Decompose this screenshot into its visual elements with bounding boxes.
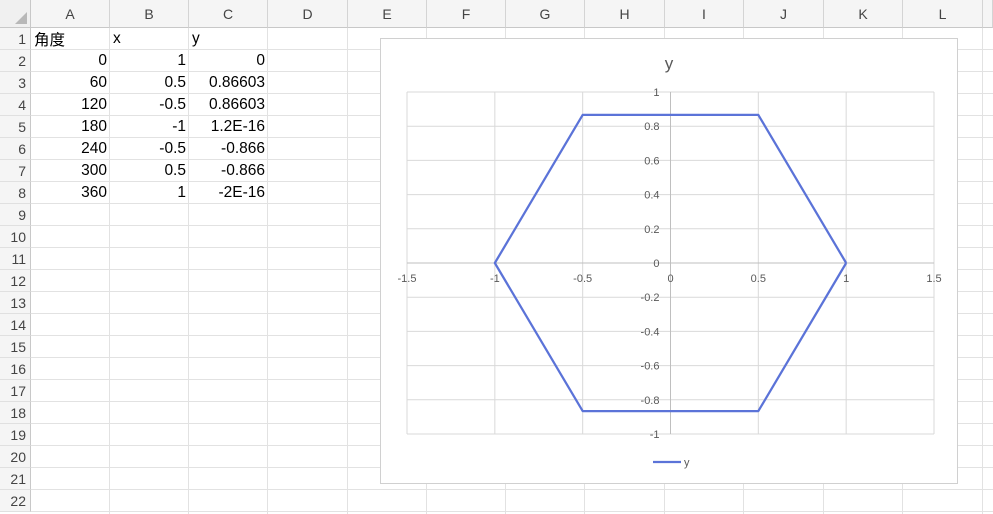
row-header-10[interactable]: 10 (0, 226, 31, 248)
row-header-7[interactable]: 7 (0, 160, 31, 182)
row-header-1[interactable]: 1 (0, 28, 31, 50)
cell-a1[interactable]: 角度 (31, 28, 110, 50)
y-tick-label: 0.4 (644, 190, 659, 202)
x-tick-label: 0 (667, 273, 673, 285)
row-header-5[interactable]: 5 (0, 116, 31, 138)
cell-b5[interactable]: -1 (110, 116, 189, 138)
chart-canvas: y -1.5 -1 -0.5 0 0.5 1 1.5 1 0.8 0.6 0.4 0.2 0 -0.2 -0.… (398, 54, 942, 469)
y-tick-label: 0 (653, 258, 659, 270)
column-header-b[interactable]: B (110, 0, 189, 28)
cell-b7[interactable]: 0.5 (110, 160, 189, 182)
cell-b1[interactable]: x (110, 28, 189, 50)
gridline-vertical (347, 28, 348, 514)
x-tick-label: -1.5 (398, 273, 417, 285)
cell-c5[interactable]: 1.2E-16 (189, 116, 268, 138)
column-header-a[interactable]: A (31, 0, 110, 28)
cell-a6[interactable]: 240 (31, 138, 110, 160)
cell-a4[interactable]: 120 (31, 94, 110, 116)
y-tick-label: 0.8 (644, 121, 659, 133)
cell-b4[interactable]: -0.5 (110, 94, 189, 116)
column-header-h[interactable]: H (585, 0, 665, 28)
gridline-vertical (982, 28, 983, 514)
cell-c7[interactable]: -0.866 (189, 160, 268, 182)
x-tick-label: 0.5 (751, 273, 766, 285)
cell-c2[interactable]: 0 (189, 50, 268, 72)
cell-b3[interactable]: 0.5 (110, 72, 189, 94)
cell-c8[interactable]: -2E-16 (189, 182, 268, 204)
row-header-3[interactable]: 3 (0, 72, 31, 94)
column-header-g[interactable]: G (506, 0, 585, 28)
cell-b8[interactable]: 1 (110, 182, 189, 204)
scatter-chart[interactable]: y -1.5 -1 -0.5 0 0.5 1 1.5 1 0.8 0.6 0.4 0.2 0 -0.2 -0.… (380, 38, 958, 484)
x-tick-label: 1 (843, 273, 849, 285)
cell-a2[interactable]: 0 (31, 50, 110, 72)
x-tick-label: -0.5 (573, 273, 592, 285)
column-header-i[interactable]: I (665, 0, 744, 28)
y-tick-label: -0.4 (641, 326, 660, 338)
column-header-l[interactable]: L (903, 0, 983, 28)
column-header-f[interactable]: F (427, 0, 506, 28)
cell-c3[interactable]: 0.86603 (189, 72, 268, 94)
legend-label: y (684, 457, 690, 469)
y-tick-label: -0.2 (641, 292, 660, 304)
chart-title: y (665, 54, 674, 73)
row-header-12[interactable]: 12 (0, 270, 31, 292)
row-header-14[interactable]: 14 (0, 314, 31, 336)
column-header-e[interactable]: E (348, 0, 427, 28)
row-header-17[interactable]: 17 (0, 380, 31, 402)
gridline-horizontal (31, 511, 993, 512)
cell-c6[interactable]: -0.866 (189, 138, 268, 160)
cell-c1[interactable]: y (189, 28, 268, 50)
row-header-2[interactable]: 2 (0, 50, 31, 72)
x-tick-label: -1 (490, 273, 500, 285)
row-header-13[interactable]: 13 (0, 292, 31, 314)
row-header-4[interactable]: 4 (0, 94, 31, 116)
cell-a5[interactable]: 180 (31, 116, 110, 138)
column-header-j[interactable]: J (744, 0, 824, 28)
gridline-horizontal (31, 489, 993, 490)
row-header-11[interactable]: 11 (0, 248, 31, 270)
select-all-triangle-icon (15, 12, 27, 24)
column-header-partial[interactable] (983, 0, 993, 28)
cell-c4[interactable]: 0.86603 (189, 94, 268, 116)
x-tick-label: 1.5 (926, 273, 941, 285)
row-header-6[interactable]: 6 (0, 138, 31, 160)
row-header-15[interactable]: 15 (0, 336, 31, 358)
y-tick-label: 0.2 (644, 224, 659, 236)
row-header-16[interactable]: 16 (0, 358, 31, 380)
cell-a3[interactable]: 60 (31, 72, 110, 94)
y-tick-label: -0.8 (641, 395, 660, 407)
y-tick-label: -1 (650, 429, 660, 441)
column-header-c[interactable]: C (189, 0, 268, 28)
cell-a8[interactable]: 360 (31, 182, 110, 204)
column-header-d[interactable]: D (268, 0, 348, 28)
select-all-corner[interactable] (0, 0, 31, 28)
row-header-20[interactable]: 20 (0, 446, 31, 468)
y-tick-label: 1 (653, 87, 659, 99)
y-tick-label: -0.6 (641, 361, 660, 373)
cell-b6[interactable]: -0.5 (110, 138, 189, 160)
cell-a7[interactable]: 300 (31, 160, 110, 182)
row-header-8[interactable]: 8 (0, 182, 31, 204)
row-header-19[interactable]: 19 (0, 424, 31, 446)
row-header-9[interactable]: 9 (0, 204, 31, 226)
row-header-18[interactable]: 18 (0, 402, 31, 424)
column-header-k[interactable]: K (824, 0, 903, 28)
cell-b2[interactable]: 1 (110, 50, 189, 72)
row-header-22[interactable]: 22 (0, 490, 31, 512)
row-header-21[interactable]: 21 (0, 468, 31, 490)
y-tick-label: 0.6 (644, 155, 659, 167)
